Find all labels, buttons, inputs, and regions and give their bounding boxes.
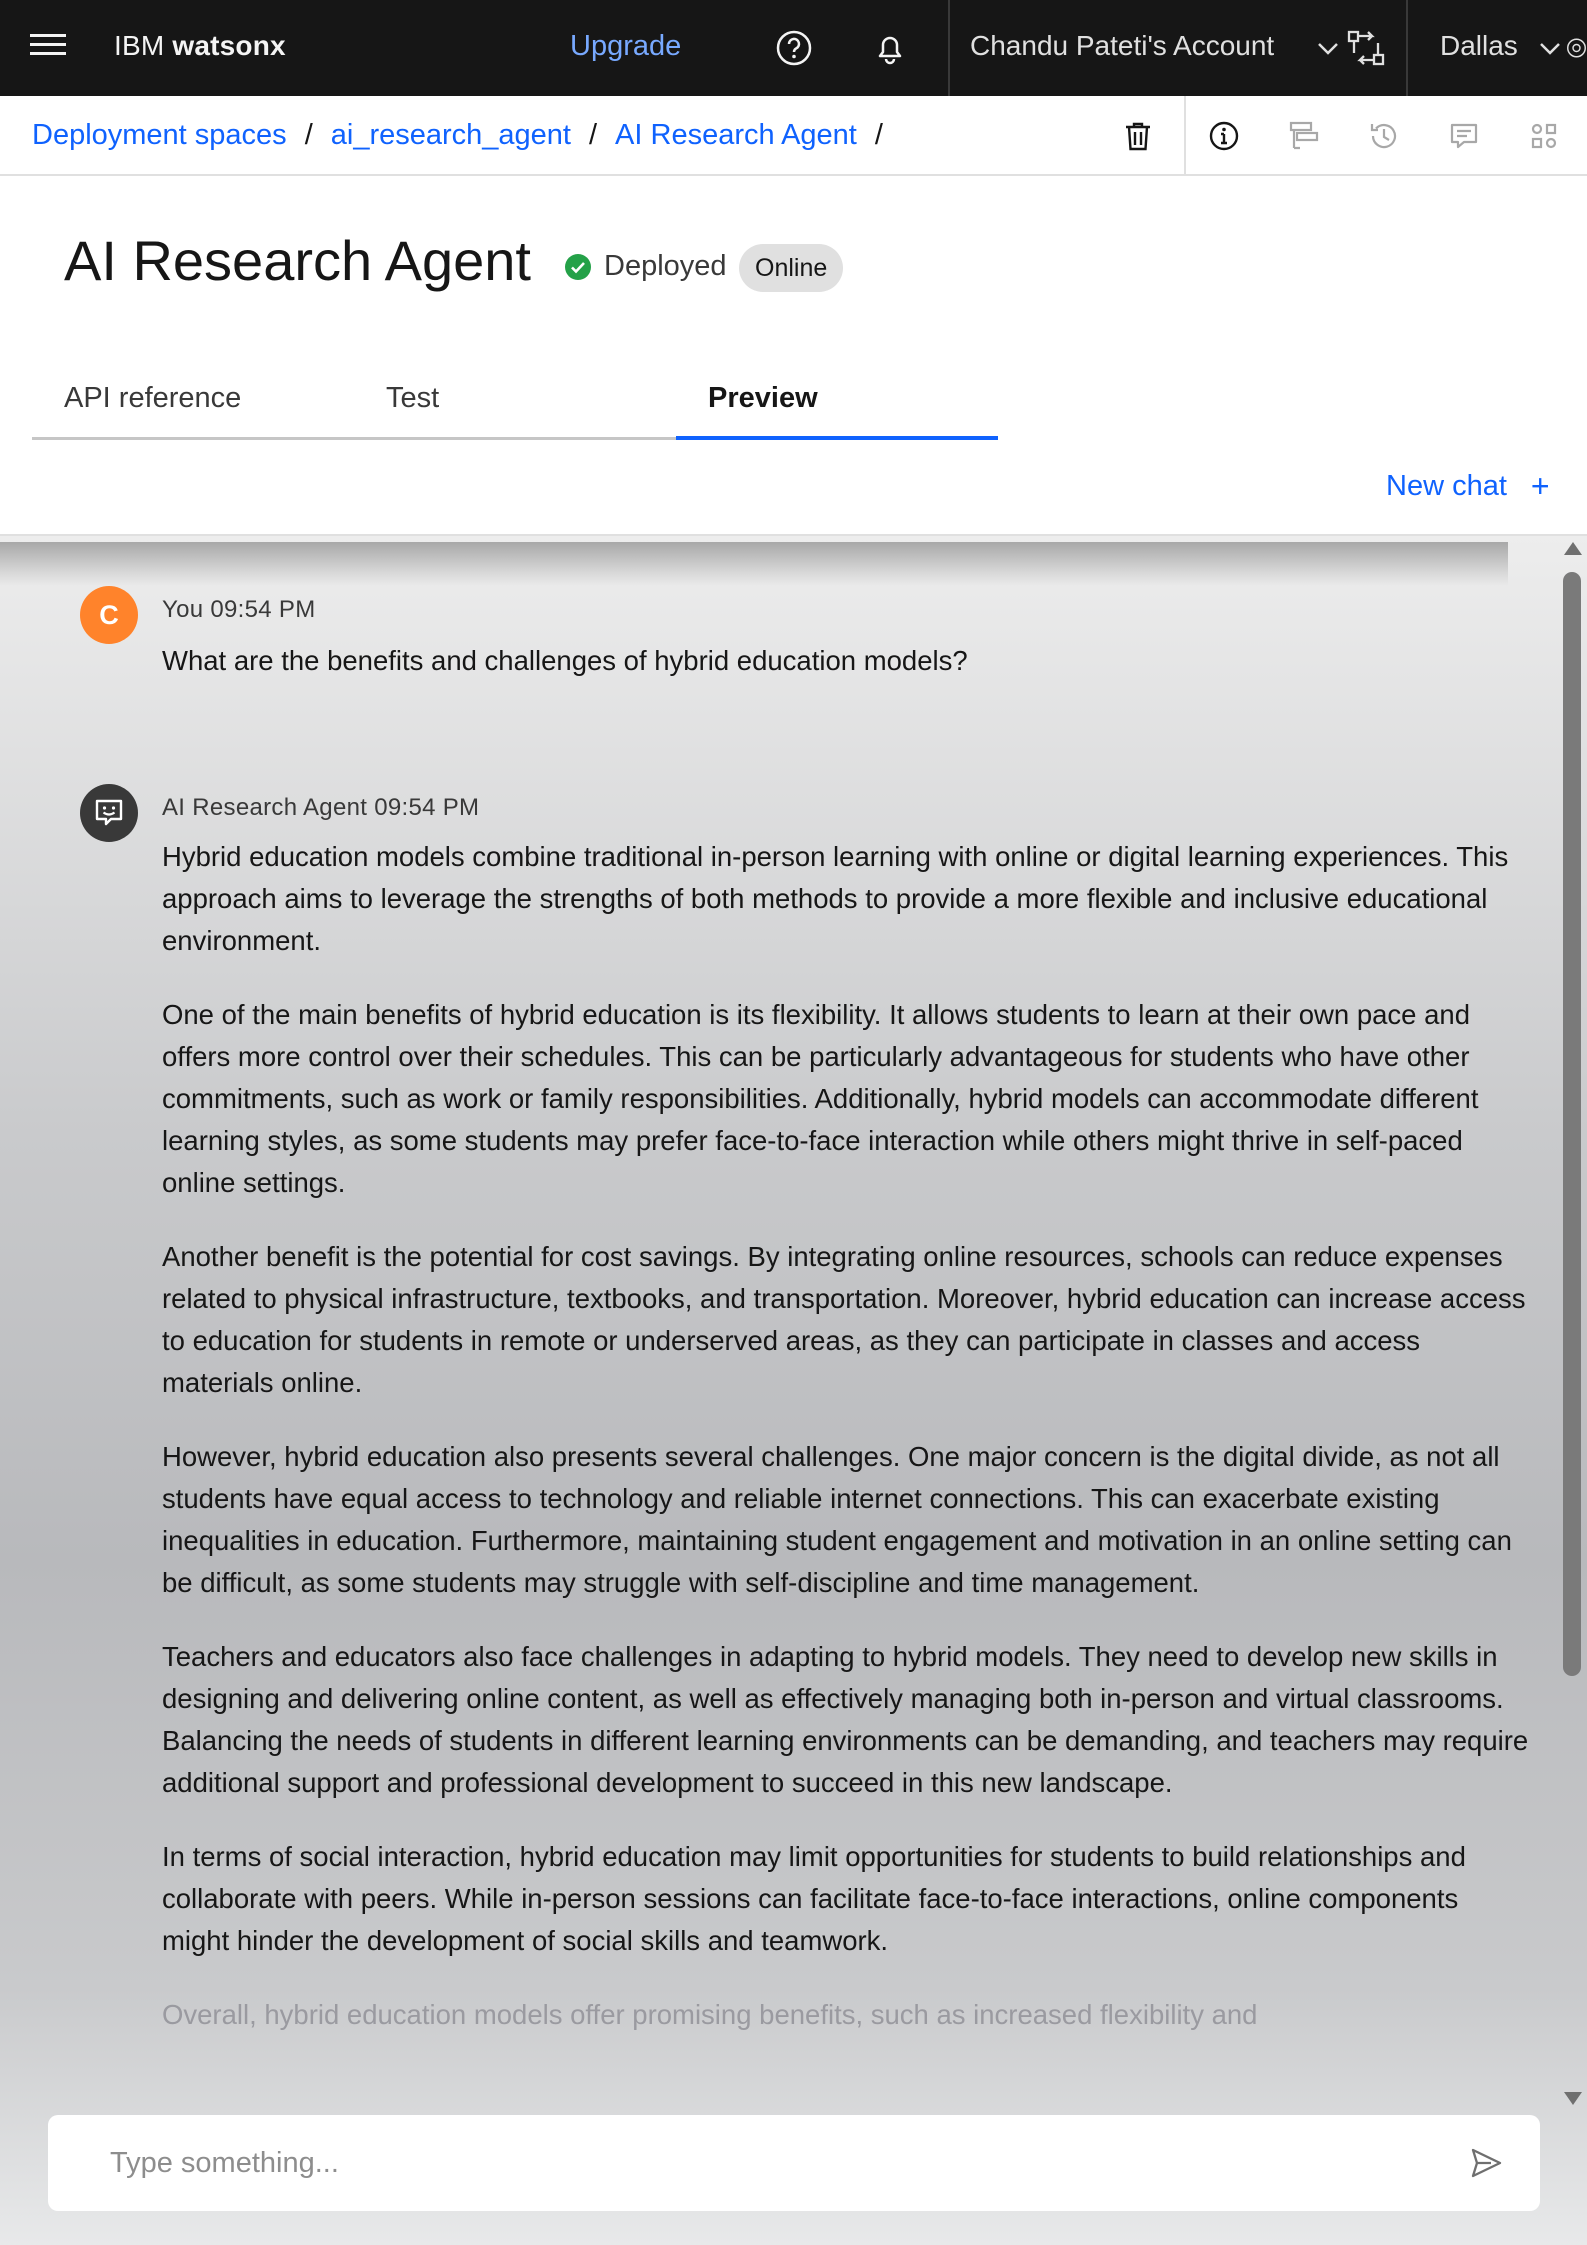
tab-api-reference[interactable]: API reference bbox=[32, 370, 354, 440]
chevron-down-icon[interactable] bbox=[1316, 36, 1340, 65]
bot-icon bbox=[80, 784, 138, 842]
scroll-down-arrow[interactable] bbox=[1564, 2092, 1582, 2105]
message-meta: You 09:54 PM bbox=[162, 596, 316, 623]
breadcrumb-bar: Deployment spaces / ai_research_agent / … bbox=[0, 96, 1587, 176]
message-paragraph: One of the main benefits of hybrid educa… bbox=[162, 999, 1479, 1198]
avatar: C bbox=[80, 586, 138, 644]
product-brand[interactable]: IBM watsonx bbox=[114, 30, 286, 62]
apps-icon[interactable] bbox=[1522, 114, 1566, 158]
chat-transcript[interactable]: C You 09:54 PM What are the benefits and… bbox=[0, 534, 1587, 2245]
upgrade-link[interactable]: Upgrade bbox=[570, 30, 681, 63]
tab-test[interactable]: Test bbox=[354, 370, 676, 440]
region-globe-icon[interactable] bbox=[1566, 28, 1587, 68]
new-chat-label: New chat bbox=[1386, 470, 1507, 502]
help-icon[interactable] bbox=[774, 28, 814, 68]
chat-composer bbox=[48, 2115, 1540, 2211]
new-chat-button[interactable]: New chat + bbox=[1386, 468, 1550, 505]
message-paragraph: Teachers and educators also face challen… bbox=[162, 1641, 1529, 1798]
message-meta: AI Research Agent 09:54 PM bbox=[162, 794, 480, 821]
breadcrumb-deployment-spaces[interactable]: Deployment spaces bbox=[32, 119, 287, 152]
scrollbar-thumb[interactable] bbox=[1563, 572, 1581, 1676]
top-navigation-bar: IBM watsonx Upgrade Chandu Pateti's Acco… bbox=[0, 0, 1587, 96]
comment-icon[interactable] bbox=[1442, 114, 1486, 158]
plus-icon: + bbox=[1530, 468, 1550, 504]
scroll-up-arrow[interactable] bbox=[1564, 542, 1582, 555]
tree-icon[interactable] bbox=[1282, 114, 1326, 158]
breadcrumb: Deployment spaces / ai_research_agent / … bbox=[32, 119, 901, 152]
chevron-down-icon[interactable] bbox=[1538, 36, 1562, 65]
region-selector[interactable]: Dallas bbox=[1440, 30, 1518, 62]
topbar-divider bbox=[948, 0, 950, 96]
status-badge: Online bbox=[739, 244, 844, 292]
tab-preview[interactable]: Preview bbox=[676, 370, 998, 440]
send-icon[interactable] bbox=[1468, 2145, 1504, 2181]
switcher-icon[interactable] bbox=[1346, 28, 1386, 68]
tab-list: API reference Test Preview bbox=[32, 370, 998, 440]
status-label: Deployed bbox=[604, 250, 727, 282]
toolbar-divider bbox=[1184, 96, 1186, 176]
breadcrumb-separator: / bbox=[874, 119, 883, 151]
history-icon[interactable] bbox=[1362, 114, 1406, 158]
chat-scrollbar[interactable] bbox=[1556, 536, 1587, 2245]
breadcrumb-deployment[interactable]: AI Research Agent bbox=[615, 119, 857, 152]
checkmark-filled-icon bbox=[565, 253, 591, 280]
message-paragraph: Hybrid education models combine traditio… bbox=[162, 841, 1509, 956]
message-text: What are the benefits and challenges of … bbox=[162, 645, 968, 676]
info-icon[interactable] bbox=[1202, 114, 1246, 158]
breadcrumb-separator: / bbox=[588, 119, 598, 151]
topbar-divider bbox=[1406, 0, 1408, 96]
message-paragraph: Overall, hybrid education models offer p… bbox=[162, 1999, 1258, 2030]
message-paragraph: In terms of social interaction, hybrid e… bbox=[162, 1841, 1466, 1956]
brand-prefix: IBM bbox=[114, 30, 173, 61]
message-body: Hybrid education models combine traditio… bbox=[162, 836, 1532, 2068]
message-paragraph: However, hybrid education also presents … bbox=[162, 1441, 1512, 1598]
scroll-shadow bbox=[0, 542, 1508, 586]
breadcrumb-separator: / bbox=[304, 119, 313, 151]
menu-icon[interactable] bbox=[30, 34, 66, 62]
chat-input[interactable] bbox=[110, 2139, 1410, 2187]
page-title: AI Research Agent bbox=[64, 229, 531, 292]
trash-icon[interactable] bbox=[1116, 114, 1160, 158]
notification-icon[interactable] bbox=[870, 28, 910, 68]
brand-name: watsonx bbox=[172, 30, 286, 61]
message-paragraph: Another benefit is the potential for cos… bbox=[162, 1241, 1526, 1398]
deployment-status: Deployed bbox=[564, 250, 727, 283]
breadcrumb-space[interactable]: ai_research_agent bbox=[331, 119, 571, 152]
account-switcher[interactable]: Chandu Pateti's Account bbox=[970, 30, 1274, 62]
